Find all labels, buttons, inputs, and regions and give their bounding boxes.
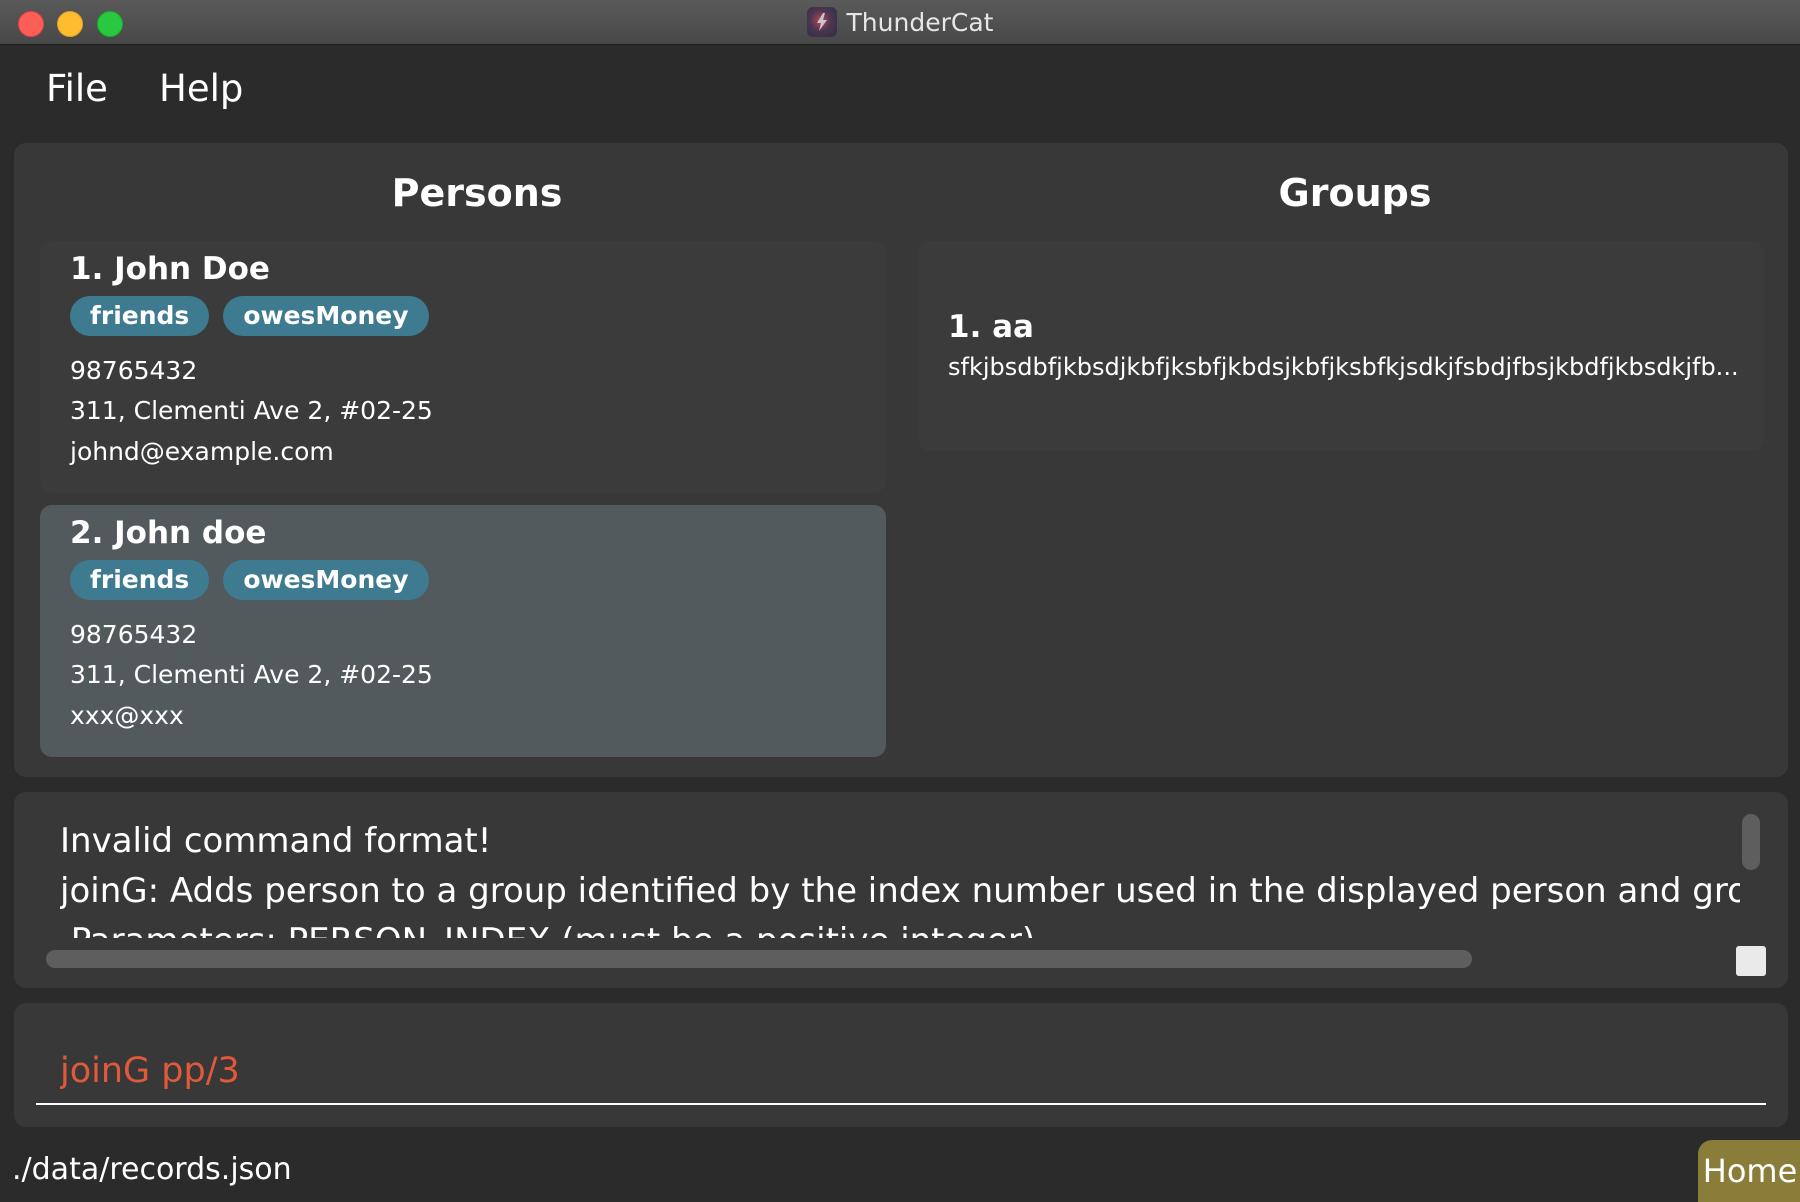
tag-badge: owesMoney bbox=[223, 296, 429, 336]
person-address: 311, Clementi Ave 2, #02-25 bbox=[70, 396, 433, 425]
group-description: sfkjbsdbfjkbsdjkbfjksbfjkbdsjkbfjksbfkjs… bbox=[948, 353, 1739, 381]
tag-badge: friends bbox=[70, 296, 210, 336]
home-button[interactable]: Home bbox=[1698, 1140, 1800, 1202]
person-card-selected[interactable]: 2. John doe friends owesMoney 98765432 3… bbox=[40, 505, 886, 757]
status-bar: ./data/records.json Home bbox=[0, 1140, 1800, 1202]
groups-title: Groups bbox=[1278, 171, 1432, 215]
person-phone: 98765432 bbox=[70, 356, 198, 385]
app-logo-icon bbox=[806, 7, 837, 37]
person-tags: friends owesMoney bbox=[70, 560, 429, 600]
group-name: 1. aa bbox=[948, 309, 1034, 345]
tag-badge: owesMoney bbox=[223, 560, 429, 600]
person-address: 311, Clementi Ave 2, #02-25 bbox=[70, 660, 433, 689]
persons-title: Persons bbox=[391, 171, 563, 215]
vertical-scrollbar[interactable] bbox=[1742, 814, 1760, 870]
title-bar[interactable]: ThunderCat bbox=[0, 0, 1800, 45]
result-display: Invalid command format! joinG: Adds pers… bbox=[14, 792, 1788, 988]
result-line: joinG: Adds person to a group identified… bbox=[60, 871, 1740, 911]
window-title-group: ThunderCat bbox=[0, 0, 1800, 44]
result-line: Parameters: PERSON_INDEX (must be a posi… bbox=[60, 921, 1035, 938]
command-input[interactable] bbox=[36, 1039, 1766, 1105]
horizontal-scrollbar[interactable] bbox=[46, 950, 1472, 968]
person-card[interactable]: 1. John Doe friends owesMoney 98765432 3… bbox=[40, 241, 886, 493]
group-card[interactable]: 1. aa sfkjbsdbfjkbsdjkbfjksbfjkbdsjkbfjk… bbox=[918, 241, 1764, 451]
result-text: Invalid command format! joinG: Adds pers… bbox=[60, 816, 1740, 938]
command-panel bbox=[14, 1003, 1788, 1127]
menu-file[interactable]: File bbox=[46, 67, 108, 110]
scroll-corner bbox=[1736, 946, 1766, 976]
person-name: 1. John Doe bbox=[70, 251, 270, 287]
person-phone: 98765432 bbox=[70, 620, 198, 649]
person-tags: friends owesMoney bbox=[70, 296, 429, 336]
person-name: 2. John doe bbox=[70, 515, 267, 551]
data-file-path: ./data/records.json bbox=[12, 1152, 292, 1187]
result-line: Invalid command format! bbox=[60, 821, 492, 861]
person-email: johnd@example.com bbox=[70, 437, 334, 466]
window-title: ThunderCat bbox=[846, 7, 994, 37]
tag-badge: friends bbox=[70, 560, 210, 600]
menu-help[interactable]: Help bbox=[159, 67, 243, 110]
app-window: ThunderCat File Help Persons Groups 1. J… bbox=[0, 0, 1800, 1202]
lists-panel: Persons Groups 1. John Doe friends owesM… bbox=[14, 143, 1788, 777]
menu-bar: File Help bbox=[0, 45, 1800, 143]
person-email: xxx@xxx bbox=[70, 701, 184, 730]
